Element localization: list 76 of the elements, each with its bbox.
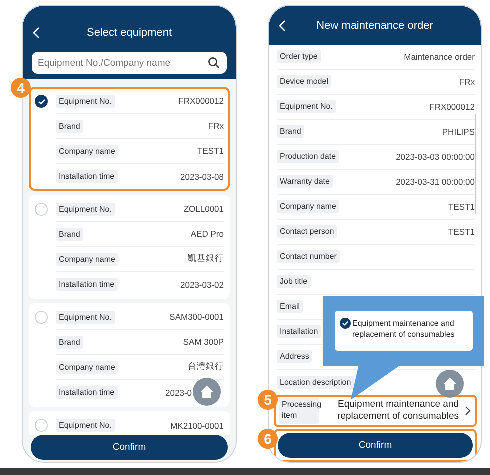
field-value: 2023-03-03 00:00:00	[396, 152, 475, 162]
field-label: Company name	[56, 252, 118, 266]
step-badge: 5	[258, 390, 278, 410]
field-label: Contact number	[277, 250, 340, 264]
confirm-button[interactable]: Confirm	[278, 433, 473, 458]
field-value: SAM300-0001	[170, 312, 224, 322]
field-label: Job title	[277, 275, 311, 288]
field-value: TEST1	[198, 146, 224, 156]
home-button[interactable]	[436, 370, 464, 398]
field-label: Production date	[277, 150, 340, 164]
search-field[interactable]: Equipment No./Company name	[32, 52, 227, 74]
field-label: Equipment No.	[56, 202, 115, 216]
field-label: Contact person	[277, 225, 338, 238]
field-value: TEST1	[448, 202, 475, 212]
check-circle-icon[interactable]	[340, 318, 350, 329]
field-label: Installation	[277, 325, 322, 338]
field-label: Company name	[56, 360, 118, 374]
step-badge: 4	[11, 78, 31, 98]
field-value: PHILIPS	[442, 126, 475, 137]
field-label: Location description	[277, 376, 354, 389]
field-value: SAM 300P	[183, 337, 224, 347]
field-label: Address	[277, 350, 312, 364]
check-icon	[342, 321, 348, 326]
radio-button[interactable]	[35, 95, 48, 108]
field-value: FRX000012	[178, 96, 224, 106]
field-value: 2023-0	[166, 388, 192, 398]
field-label: Email	[277, 300, 304, 314]
equipment-card[interactable]: Equipment No. SAM300-0001 Brand SAM 300P Company name 台灣銀行 Installation time 2023-0	[29, 303, 230, 407]
field-value: FRx	[208, 121, 224, 131]
field-value: 2023-03-02	[180, 280, 224, 290]
field-label: Equipment No.	[56, 94, 115, 108]
field-value: 凱基銀行	[188, 253, 224, 265]
field-value: 台灣銀行	[188, 361, 224, 373]
field-label: Equipment No.	[56, 310, 115, 324]
field-label: Device model	[277, 75, 332, 88]
option-text: Equipment maintenance and replacement of consumables	[352, 318, 456, 340]
step-badge: 6	[258, 429, 278, 449]
field-label: Equipment No.	[277, 100, 336, 114]
confirm-button[interactable]: Confirm	[31, 435, 228, 460]
screen-title: Select equipment	[86, 27, 173, 39]
field-label: Order type	[277, 50, 321, 64]
field-value: ZOLL0001	[184, 204, 224, 214]
field-label: Processing item	[279, 398, 319, 424]
search-icon[interactable]	[208, 57, 220, 69]
screen-title: New maintenance order	[316, 20, 434, 32]
field-label: Equipment No.	[56, 419, 115, 432]
field-label: Installation time	[56, 278, 118, 291]
home-icon	[442, 376, 458, 392]
processing-item-row[interactable]: Processing item Equipment maintenance and replacement of consumables	[274, 394, 477, 427]
field-value: 2023-03-31 00:00:00	[396, 176, 475, 187]
equipment-card[interactable]: Equipment No. FRX000012 Brand FRx Company name TEST1 Installation time 2023-03-08	[29, 87, 230, 191]
equipment-card[interactable]: Equipment No. MK2100-0001	[29, 411, 230, 435]
option-card[interactable]: Equipment maintenance and replacement of consumables	[334, 311, 472, 351]
field-value: TEST1	[448, 226, 475, 237]
back-icon[interactable]	[33, 27, 40, 39]
field-label: Company name	[277, 200, 340, 214]
chevron-right-icon	[465, 406, 471, 416]
field-value: Maintenance order	[404, 52, 475, 62]
field-value: 2023-03-08	[180, 172, 224, 182]
back-icon[interactable]	[279, 20, 286, 32]
field-label: Company name	[56, 144, 118, 158]
field-label: Warranty date	[277, 175, 333, 188]
field-label: Brand	[56, 336, 84, 348]
field-value: MK2100-0001	[170, 420, 224, 430]
check-icon	[38, 98, 46, 104]
field-label: Brand	[277, 125, 304, 138]
field-label: Installation time	[56, 386, 118, 399]
field-value: Equipment maintenance and replacement of consumables	[336, 398, 459, 424]
field-value: FRx	[459, 76, 475, 87]
equipment-card[interactable]: Equipment No. ZOLL0001 Brand AED Pro Company name 凱基銀行 Installation time 2023-03-02	[29, 195, 230, 299]
field-label: Brand	[56, 228, 84, 240]
field-value: FRX000012	[430, 102, 475, 112]
field-value: AED Pro	[190, 229, 224, 239]
home-icon	[199, 384, 215, 400]
field-label: Brand	[56, 120, 84, 132]
field-label: Installation time	[56, 170, 118, 183]
